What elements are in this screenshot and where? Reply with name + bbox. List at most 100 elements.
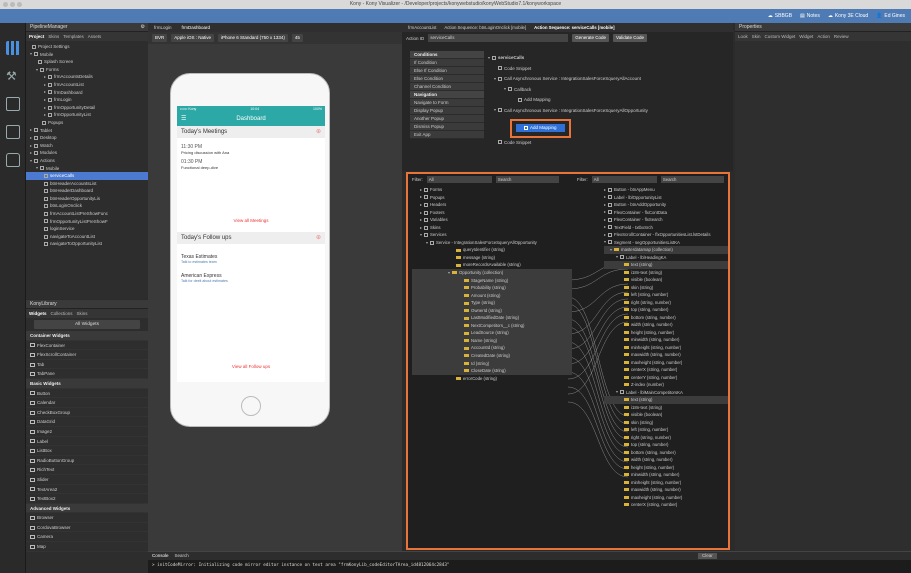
source-field[interactable]: AccountId (string) [412,344,572,353]
tree-item[interactable]: frmOpportunityDetail [26,104,148,112]
target-field[interactable]: centerY (string, number) [604,374,728,382]
source-field[interactable]: LastModifiedDate (string) [412,314,572,322]
tree-item[interactable]: btnHeaderDashboard [26,187,148,195]
device-select[interactable]: iPhone 6 Standard (750 x 1334) [218,34,288,42]
panel-options-icon[interactable]: ⚙ [141,23,145,32]
tab-btnloginonclick[interactable]: Action Sequence: btnLoginOnclick [mobile… [444,23,526,32]
widget-item[interactable]: Tab [26,359,148,370]
target-field[interactable]: height (string, number) [604,329,728,337]
tree-item[interactable]: btnLoginOnclick [26,202,148,210]
tab-project[interactable]: Project [29,32,44,41]
tree-item[interactable]: frmAccountsDetails [26,73,148,81]
source-node[interactable]: Services [412,231,572,239]
right-search-input[interactable]: Search [660,176,724,183]
tree-item[interactable]: Desktop [26,134,148,142]
source-collection[interactable]: Opportunity (collection) [412,269,572,277]
source-node[interactable]: Popups [412,194,572,202]
tab-custom-widget[interactable]: Custom Widget [765,32,796,41]
widget-item[interactable]: CheckBoxGroup [26,407,148,418]
target-field[interactable]: Z-index (number) [604,381,728,389]
tab-frmaccountlist[interactable]: frmAccountList [408,23,436,32]
platform-select[interactable]: Apple iOS : Native [171,34,215,42]
target-node[interactable]: Label - lblOpportunityList [604,194,728,202]
source-field[interactable]: moreRecordsAvailable (string) [412,261,572,269]
target-field[interactable]: top (string, number) [604,306,728,314]
tree-item[interactable]: Forms [26,66,148,74]
target-collection[interactable]: masterdatamap (collection) [604,246,728,254]
seq-item[interactable]: Code Snippet [488,64,648,75]
tab-skin[interactable]: Skin [752,32,761,41]
target-field[interactable]: centerX (string, number) [604,366,728,374]
target-field[interactable]: text (string) [604,261,728,269]
target-field[interactable]: minheight (string, number) [604,344,728,352]
target-field[interactable]: width (string, number) [604,456,728,464]
tree-item[interactable]: frmOpportunityListPreShowF [26,218,148,226]
source-field[interactable]: CreatedDate (string) [412,352,572,360]
source-field[interactable]: StageName (string) [412,276,572,285]
target-node[interactable]: Segment - segOpportunitiesListKA [604,239,728,247]
target-field[interactable]: centerX (string, number) [604,501,728,509]
tab-assets[interactable]: Assets [88,32,102,41]
tree-item[interactable]: Watch [26,142,148,150]
target-field[interactable]: skin (string) [604,284,728,292]
target-node[interactable]: Label - lblMainCompetitorsKA [604,389,728,397]
tools-icon[interactable]: ⚒ [6,69,20,83]
tree-item[interactable]: frmDashboard [26,89,148,97]
widget-item[interactable]: ListBox [26,446,148,456]
add-page-icon[interactable] [6,125,20,139]
kony-cloud-button[interactable]: ☁ Kony 3E Cloud [828,11,868,21]
tree-item[interactable]: Project Settings [26,43,148,51]
category-item[interactable]: Navigate to Form [410,99,484,107]
tree-item[interactable]: navigateToAccountList [26,233,148,241]
target-field[interactable]: minwidth (string, number) [604,471,728,479]
widget-item[interactable]: TabPane [26,369,148,379]
add-mapping-selected[interactable]: Add Mapping [488,119,648,138]
source-node[interactable]: Service - IntegrationSalesForceSqueryAll… [412,239,572,247]
bag-icon[interactable] [6,153,20,167]
widget-item[interactable]: TextBox2 [26,494,148,504]
document-icon[interactable] [6,97,20,111]
tree-item[interactable]: frmLogin [26,96,148,104]
category-item[interactable]: Another Popup [410,115,484,123]
target-field[interactable]: minheight (string, number) [604,479,728,487]
notes-button[interactable]: ▤ Notes [800,11,820,21]
category-item[interactable]: Exit App [410,131,484,139]
source-field[interactable]: Amount (string) [412,291,572,300]
source-field[interactable]: Name (string) [412,336,572,345]
tree-item[interactable]: frmOpportunityList [26,111,148,119]
target-field[interactable]: text (string) [604,396,728,404]
apps-grid-icon[interactable] [6,41,20,55]
add-followup-icon[interactable]: ⊕ [316,232,321,244]
target-node[interactable]: FlexContainer - flxSearch [604,216,728,224]
category-item[interactable]: Else If Condition [410,67,484,75]
target-field[interactable]: left (string, number) [604,426,728,434]
tree-item[interactable]: frmAccountList [26,81,148,89]
source-field[interactable]: NextCompetitors__c (string) [412,321,572,330]
source-field[interactable]: Probability (string) [412,284,572,292]
target-field[interactable]: left (string, number) [604,291,728,299]
source-field[interactable]: CloseDate (string) [412,367,572,375]
tree-item[interactable]: btnHeaderAccountsList [26,180,148,188]
tree-item[interactable]: Modules [26,149,148,157]
widget-item[interactable]: Slider [26,474,148,485]
target-field[interactable]: height (string, number) [604,464,728,472]
sbbgb-button[interactable]: ☁ SBBGB [768,11,792,21]
source-node[interactable]: Forms [412,186,572,194]
category-item[interactable]: Channel Condition [410,83,484,91]
target-field[interactable]: width (string, number) [604,321,728,329]
tab-skins[interactable]: Skins [76,309,87,318]
source-field[interactable]: message (string) [412,254,572,262]
category-item[interactable]: Else Condition [410,75,484,83]
target-field[interactable]: visible (boolean) [604,411,728,419]
menu-icon[interactable]: ☰ [181,112,186,126]
generate-code-button[interactable]: Generate Code [572,34,610,42]
mode-select[interactable]: BVR [152,34,168,42]
clear-console-button[interactable]: Clear [698,553,717,559]
tab-review[interactable]: Review [834,32,849,41]
target-field[interactable]: maxwidth (string, number) [604,486,728,494]
target-field[interactable]: minwidth (string, number) [604,336,728,344]
close-window-button[interactable] [3,2,8,7]
tab-action[interactable]: Action [817,32,830,41]
widget-item[interactable]: TextArea2 [26,484,148,495]
widget-item[interactable]: Browser [26,513,148,523]
